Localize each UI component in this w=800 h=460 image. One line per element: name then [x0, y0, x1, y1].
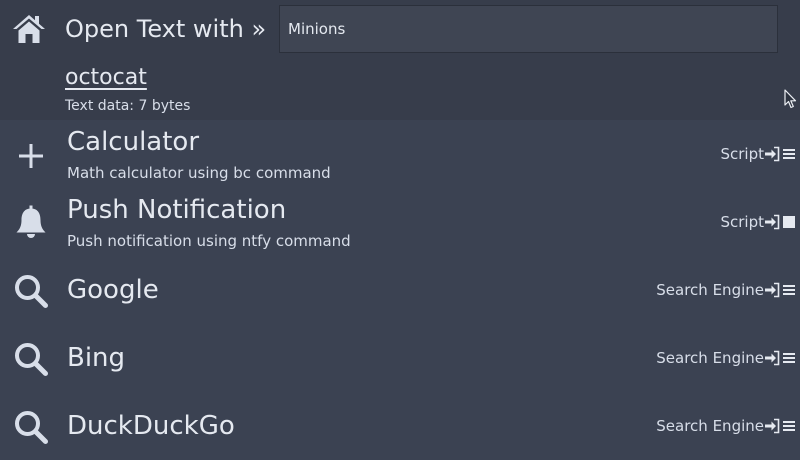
menu-icon[interactable]	[782, 147, 796, 161]
item-type-label: Script	[720, 145, 764, 163]
header: Open Text with » octocat Text data: 7 by…	[0, 0, 800, 120]
enter-icon[interactable]	[764, 214, 780, 230]
list-item-push-notification[interactable]: Push Notification Push notification usin…	[0, 188, 800, 256]
search-icon	[15, 343, 48, 376]
mouse-pointer-icon	[784, 89, 797, 109]
item-type-label: Script	[720, 213, 764, 231]
bell-icon	[16, 205, 46, 238]
item-type-label: Search Engine	[656, 349, 764, 367]
search-icon	[15, 275, 48, 308]
home-icon[interactable]	[12, 13, 46, 45]
item-title: Bing	[67, 343, 126, 373]
item-type-label: Search Engine	[656, 281, 764, 299]
list-item-google[interactable]: Google Search Engine	[0, 256, 800, 324]
input-name-link[interactable]: octocat	[65, 64, 147, 92]
item-title: Google	[67, 275, 159, 305]
results-list: Calculator Math calculator using bc comm…	[0, 120, 800, 460]
plus-icon	[19, 144, 43, 168]
item-description: Push notification using ntfy command	[67, 232, 351, 250]
enter-icon[interactable]	[764, 282, 780, 298]
item-title: Calculator	[67, 127, 200, 157]
search-icon	[15, 411, 48, 444]
item-title: Push Notification	[67, 195, 287, 225]
search-input[interactable]	[279, 5, 778, 53]
square-icon[interactable]	[782, 215, 796, 229]
enter-icon[interactable]	[764, 418, 780, 434]
item-title: DuckDuckGo	[67, 411, 235, 441]
launcher-window: Open Text with » octocat Text data: 7 by…	[0, 0, 800, 460]
header-title: Open Text with »	[65, 15, 267, 43]
menu-icon[interactable]	[782, 351, 796, 365]
enter-icon[interactable]	[764, 350, 780, 366]
menu-icon[interactable]	[782, 419, 796, 433]
item-type-label: Search Engine	[656, 417, 764, 435]
enter-icon[interactable]	[764, 146, 780, 162]
item-description: Math calculator using bc command	[67, 164, 331, 182]
menu-icon[interactable]	[782, 283, 796, 297]
list-item-bing[interactable]: Bing Search Engine	[0, 324, 800, 392]
input-info: Text data: 7 bytes	[65, 98, 191, 114]
list-item-duckduckgo[interactable]: DuckDuckGo Search Engine	[0, 392, 800, 460]
list-item-calculator[interactable]: Calculator Math calculator using bc comm…	[0, 120, 800, 188]
